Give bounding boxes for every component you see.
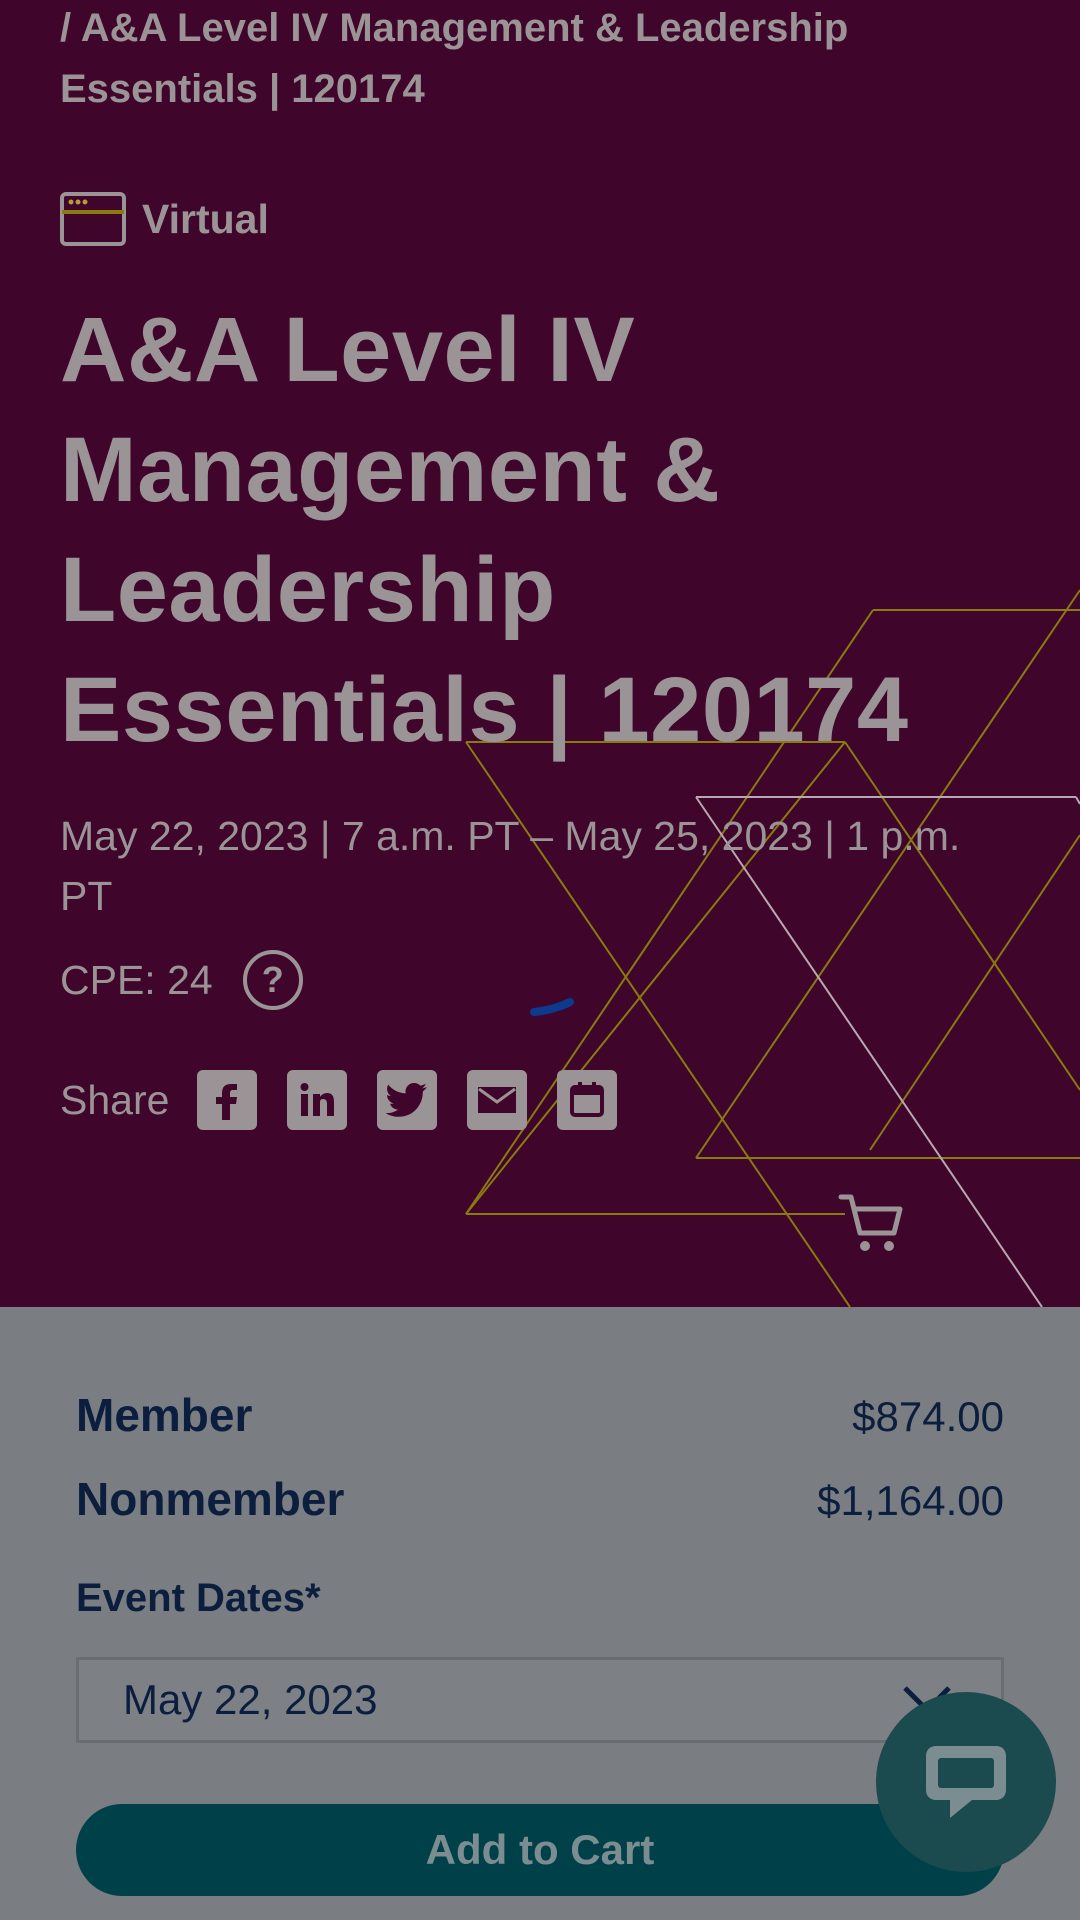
member-label: Member: [76, 1389, 253, 1441]
event-format: Virtual: [60, 192, 269, 246]
event-hero: / A&A Level IV Management & Leadership E…: [0, 0, 1080, 1307]
nonmember-price-row: Nonmember $1,164.00: [76, 1472, 1004, 1526]
share-label: Share: [60, 1076, 170, 1123]
nonmember-label: Nonmember: [76, 1473, 345, 1525]
help-icon[interactable]: ?: [242, 950, 303, 1010]
loading-spinner-icon: [530, 998, 574, 1016]
share-bar: Share: [60, 1070, 647, 1130]
member-price-row: Member $874.00: [76, 1388, 1004, 1442]
cpe-credits: CPE: 24 ?: [60, 950, 303, 1010]
member-price: $874.00: [852, 1393, 1004, 1440]
breadcrumb[interactable]: / A&A Level IV Management & Leadership E…: [60, 0, 1020, 120]
calendar-icon[interactable]: [557, 1070, 618, 1130]
browser-window-icon: [60, 192, 126, 246]
event-dates-select[interactable]: May 22, 2023: [76, 1657, 1004, 1743]
event-dates-selected: May 22, 2023: [123, 1676, 378, 1723]
add-to-cart-button[interactable]: Add to Cart: [76, 1804, 1004, 1896]
page-title: A&A Level IV Management & Leadership Ess…: [60, 299, 909, 761]
nonmember-price: $1,164.00: [817, 1477, 1004, 1524]
email-icon[interactable]: [467, 1070, 528, 1130]
cpe-label: CPE: 24: [60, 956, 213, 1003]
twitter-icon[interactable]: [377, 1070, 438, 1130]
linkedin-icon[interactable]: [287, 1070, 348, 1130]
facebook-icon[interactable]: [197, 1070, 258, 1130]
event-dates-label: Event Dates*: [76, 1576, 321, 1620]
chat-bubble-icon: [926, 1746, 1006, 1818]
cart-icon[interactable]: [838, 1192, 904, 1254]
chat-button[interactable]: [876, 1692, 1056, 1872]
event-dates-text: May 22, 2023 | 7 a.m. PT – May 25, 2023 …: [60, 813, 961, 919]
format-label: Virtual: [142, 195, 269, 242]
